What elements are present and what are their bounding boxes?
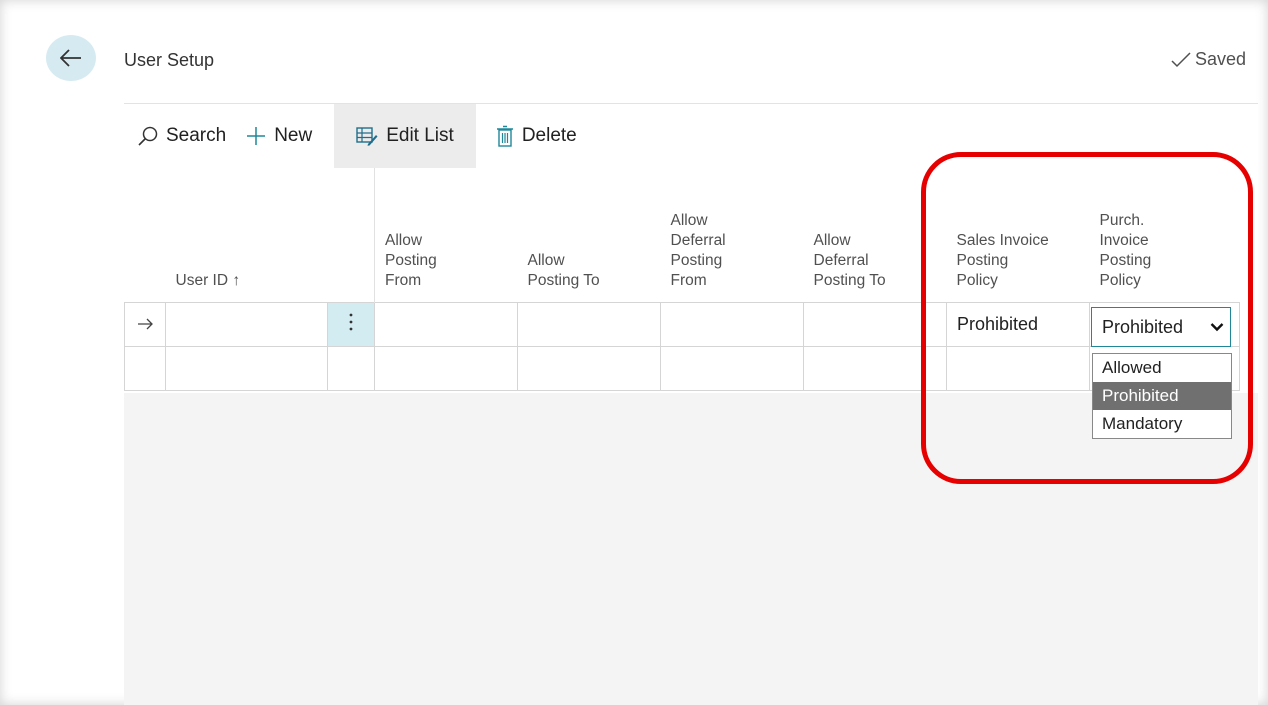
header-user-id[interactable]: User ID ↑ [166, 168, 328, 302]
back-button[interactable] [46, 35, 96, 81]
more-vertical-icon [349, 313, 353, 330]
new-button[interactable]: New [236, 104, 322, 168]
delete-button[interactable]: Delete [476, 104, 587, 168]
option-prohibited[interactable]: Prohibited [1093, 382, 1231, 410]
table-row[interactable] [124, 345, 1240, 391]
allow-deferral-posting-from-cell[interactable] [660, 345, 804, 391]
header-allow-deferral-posting-to[interactable]: Allow Deferral Posting To [804, 168, 947, 302]
trash-icon [496, 125, 513, 147]
header-indicator [125, 168, 166, 302]
user-setup-grid: User ID ↑ Allow Posting From Allow Posting … [124, 168, 1240, 391]
page-title: User Setup [124, 50, 215, 70]
header-row: User ID ↑ Allow Posting From Allow Posting … [125, 168, 1240, 302]
sales-invoice-posting-policy-cell[interactable] [946, 345, 1090, 391]
edit-list-icon [356, 127, 378, 146]
allow-deferral-posting-from-cell[interactable] [660, 301, 804, 347]
user-id-cell[interactable] [165, 345, 328, 391]
saved-status: Saved [1171, 49, 1246, 70]
delete-label: Delete [521, 125, 577, 146]
row-actions-button[interactable] [327, 301, 375, 347]
sales-invoice-posting-policy-cell[interactable]: Prohibited [946, 301, 1090, 347]
edit-list-label: Edit List [386, 125, 454, 146]
row-actions-cell[interactable] [327, 345, 375, 391]
allow-posting-to-cell[interactable] [517, 345, 661, 391]
allow-deferral-posting-to-cell[interactable] [803, 301, 947, 347]
row-indicator [124, 345, 166, 391]
header-allow-deferral-posting-from[interactable]: Allow Deferral Posting From [661, 168, 804, 302]
option-mandatory[interactable]: Mandatory [1093, 410, 1231, 438]
chevron-down-icon [1210, 323, 1224, 332]
search-icon [138, 126, 158, 146]
header-sales-invoice-posting-policy[interactable]: Sales Invoice Posting Policy [947, 168, 1090, 302]
new-label: New [274, 125, 313, 146]
edit-list-button[interactable]: Edit List [334, 104, 476, 168]
header-actions [328, 168, 375, 302]
option-allowed[interactable]: Allowed [1093, 354, 1231, 382]
allow-posting-from-cell[interactable] [374, 345, 518, 391]
checkmark-icon [1171, 51, 1191, 67]
select-value: Prohibited [1102, 316, 1184, 337]
allow-deferral-posting-to-cell[interactable] [803, 345, 947, 391]
row-indicator [124, 301, 166, 347]
allow-posting-to-cell[interactable] [517, 301, 661, 347]
purch-invoice-policy-select[interactable]: Prohibited [1091, 307, 1231, 347]
allow-posting-from-cell[interactable] [374, 301, 518, 347]
plus-icon [247, 127, 266, 145]
action-bar: Search New Edit List Delete [124, 104, 1258, 168]
back-arrow-icon [60, 49, 81, 67]
header-purch-invoice-posting-policy[interactable]: Purch. Invoice Posting Policy [1090, 168, 1240, 302]
header-allow-posting-from[interactable]: Allow Posting From [374, 168, 518, 302]
right-arrow-icon [138, 318, 153, 329]
policy-dropdown-list: Allowed Prohibited Mandatory [1092, 353, 1232, 439]
search-button[interactable]: Search [124, 104, 236, 168]
table-row[interactable]: Prohibited [124, 301, 1240, 347]
user-id-cell[interactable] [165, 301, 328, 347]
search-label: Search [166, 125, 227, 146]
saved-label: Saved [1194, 49, 1246, 69]
header-allow-posting-to[interactable]: Allow Posting To [518, 168, 661, 302]
